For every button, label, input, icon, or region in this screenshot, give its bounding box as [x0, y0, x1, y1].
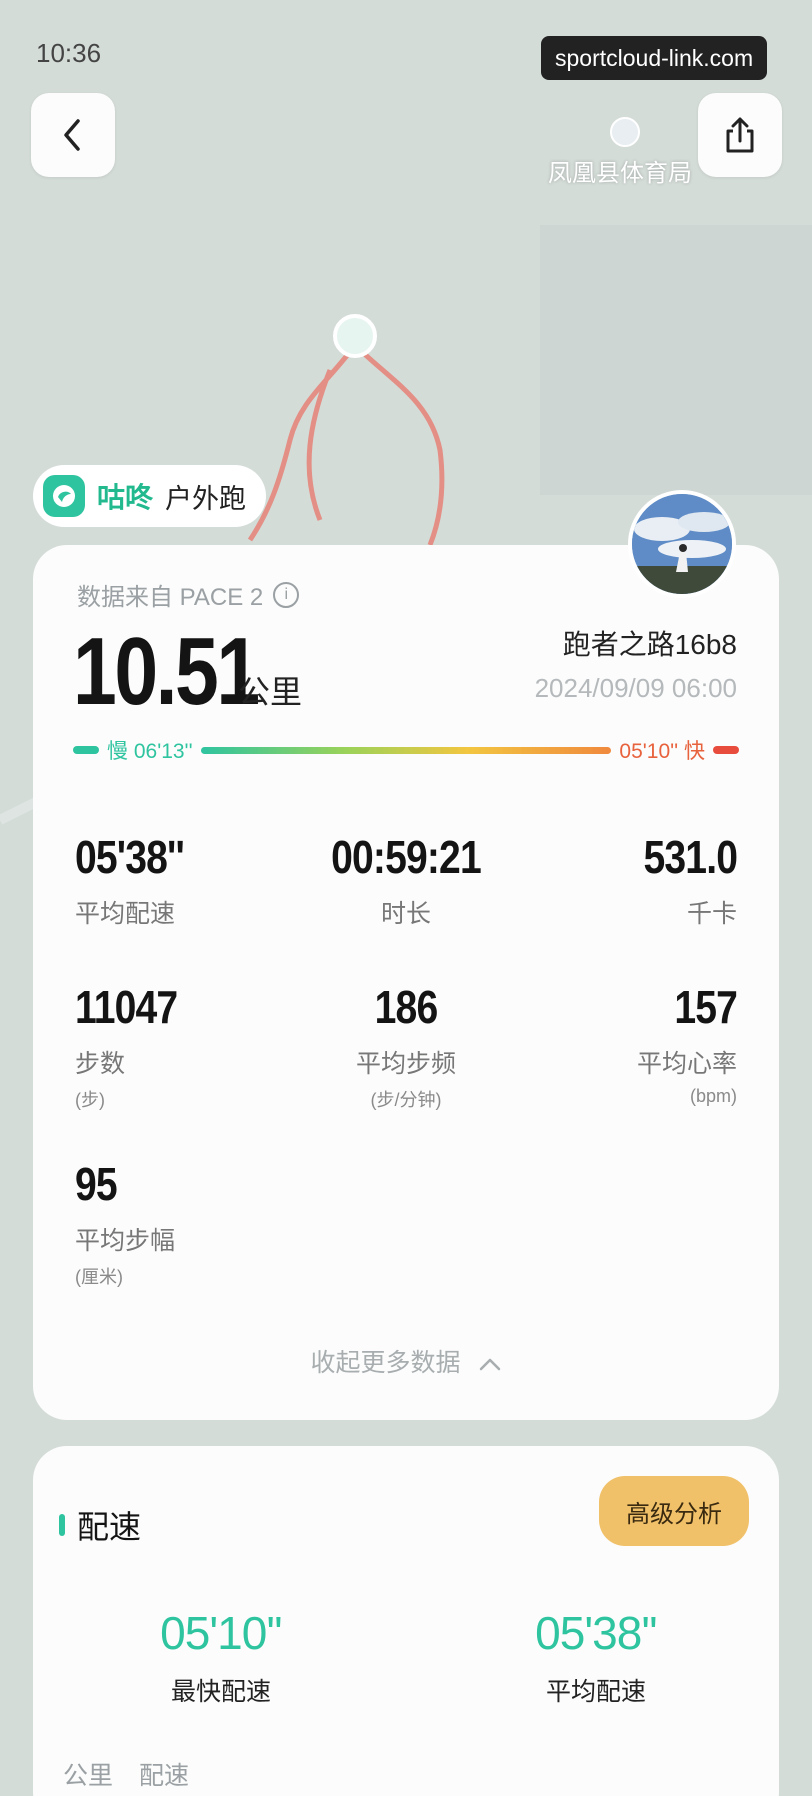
fast-marker	[713, 746, 739, 754]
stat-unit: (步/分钟)	[370, 1090, 442, 1110]
chevron-up-icon	[480, 1359, 501, 1371]
route-line	[247, 343, 445, 546]
advanced-analysis-button[interactable]: 高级分析	[599, 1476, 749, 1546]
info-icon[interactable]: i	[273, 581, 300, 608]
map-block	[540, 225, 812, 495]
average-pace-stat: 05'38'' 平均配速	[466, 1606, 726, 1708]
pace-section-title: 配速	[59, 1502, 141, 1548]
collapse-more-data-button[interactable]: 收起更多数据	[33, 1343, 779, 1379]
data-source-text: 数据来自 PACE 2	[77, 584, 264, 611]
back-arrow-icon	[64, 119, 80, 151]
average-pace-label: 平均配速	[545, 1678, 646, 1706]
stat-value: 531.0	[643, 831, 737, 883]
back-button[interactable]	[31, 93, 115, 177]
pace-card: 配速 高级分析 05'10'' 最快配速 05'38'' 平均配速 公里 配速	[33, 1446, 779, 1796]
codoon-logo-icon	[43, 475, 85, 517]
stat-duration: 00:59:21 时长	[266, 830, 546, 930]
run-date: 2024/09/09 06:00	[534, 673, 737, 703]
column-pace: 配速	[139, 1762, 190, 1790]
app-name: 咕咚	[97, 482, 154, 513]
stat-avg-pace: 05'38'' 平均配速	[75, 830, 203, 930]
stat-label: 平均步幅	[75, 1227, 176, 1255]
sport-type: 户外跑	[165, 483, 247, 514]
fastest-pace-value: 05'10''	[160, 1607, 283, 1659]
collapse-label: 收起更多数据	[310, 1349, 461, 1377]
stat-label: 步数	[75, 1050, 126, 1078]
stat-value: 186	[374, 981, 439, 1033]
pace-table-header: 公里 配速	[63, 1756, 189, 1792]
stat-steps: 11047 步数 (步)	[75, 980, 195, 1112]
stat-value: 11047	[75, 981, 178, 1033]
share-button[interactable]	[698, 93, 782, 177]
stat-stride: 95 平均步幅 (厘米)	[75, 1157, 175, 1289]
fastest-pace-label: 最快配速	[170, 1678, 271, 1706]
avatar[interactable]	[628, 490, 736, 598]
stat-value: 05'38''	[75, 831, 185, 883]
stat-label: 千卡	[686, 900, 737, 928]
stat-calories: 531.0 千卡	[627, 830, 737, 930]
distance-value: 10.51	[73, 618, 260, 725]
stat-value: 157	[674, 981, 738, 1033]
share-icon	[726, 117, 754, 153]
fast-pace-label: 05'10'' 快	[619, 740, 705, 763]
pace-gradient	[200, 746, 612, 754]
section-accent-bar	[59, 1514, 65, 1536]
pace-range-bar: 慢 06'13'' 05'10'' 快	[73, 735, 739, 765]
stat-cadence: 186 平均步频 (步/分钟)	[266, 980, 546, 1112]
slow-pace-label: 慢 06'13''	[107, 740, 193, 763]
avatar-image	[632, 494, 732, 594]
fastest-pace-stat: 05'10'' 最快配速	[91, 1606, 351, 1708]
map-place-label: 凤凰县体育局	[548, 160, 692, 187]
average-pace-value: 05'38''	[535, 1607, 658, 1659]
stat-value: 95	[75, 1158, 118, 1210]
app-source-chip: 咕咚 户外跑	[33, 465, 267, 527]
data-source-line: 数据来自 PACE 2 i	[77, 577, 300, 612]
stat-label: 时长	[380, 900, 431, 928]
stat-label: 平均配速	[75, 900, 176, 928]
runner-name[interactable]: 跑者之路16b8	[563, 623, 737, 663]
status-time: 10:36	[36, 38, 102, 68]
distance-unit: 公里	[238, 674, 303, 710]
stat-label: 平均步频	[355, 1050, 456, 1078]
column-km: 公里	[63, 1762, 114, 1790]
summary-card: 数据来自 PACE 2 i 10.51 公里 跑者之路16b8 2024/09/…	[33, 545, 779, 1420]
stat-unit: (bpm)	[689, 1086, 737, 1106]
watermark-badge: sportcloud-link.com	[541, 36, 768, 80]
section-label: 配速	[77, 1509, 142, 1545]
slow-marker	[73, 746, 99, 754]
stat-label: 平均心率	[636, 1050, 737, 1078]
stat-heart-rate: 157 平均心率 (bpm)	[636, 980, 738, 1107]
stat-unit: (厘米)	[75, 1267, 123, 1287]
route-start-marker	[333, 314, 377, 358]
stat-value: 00:59:21	[331, 831, 482, 883]
place-pin-icon	[610, 117, 640, 147]
stat-unit: (步)	[75, 1090, 105, 1110]
